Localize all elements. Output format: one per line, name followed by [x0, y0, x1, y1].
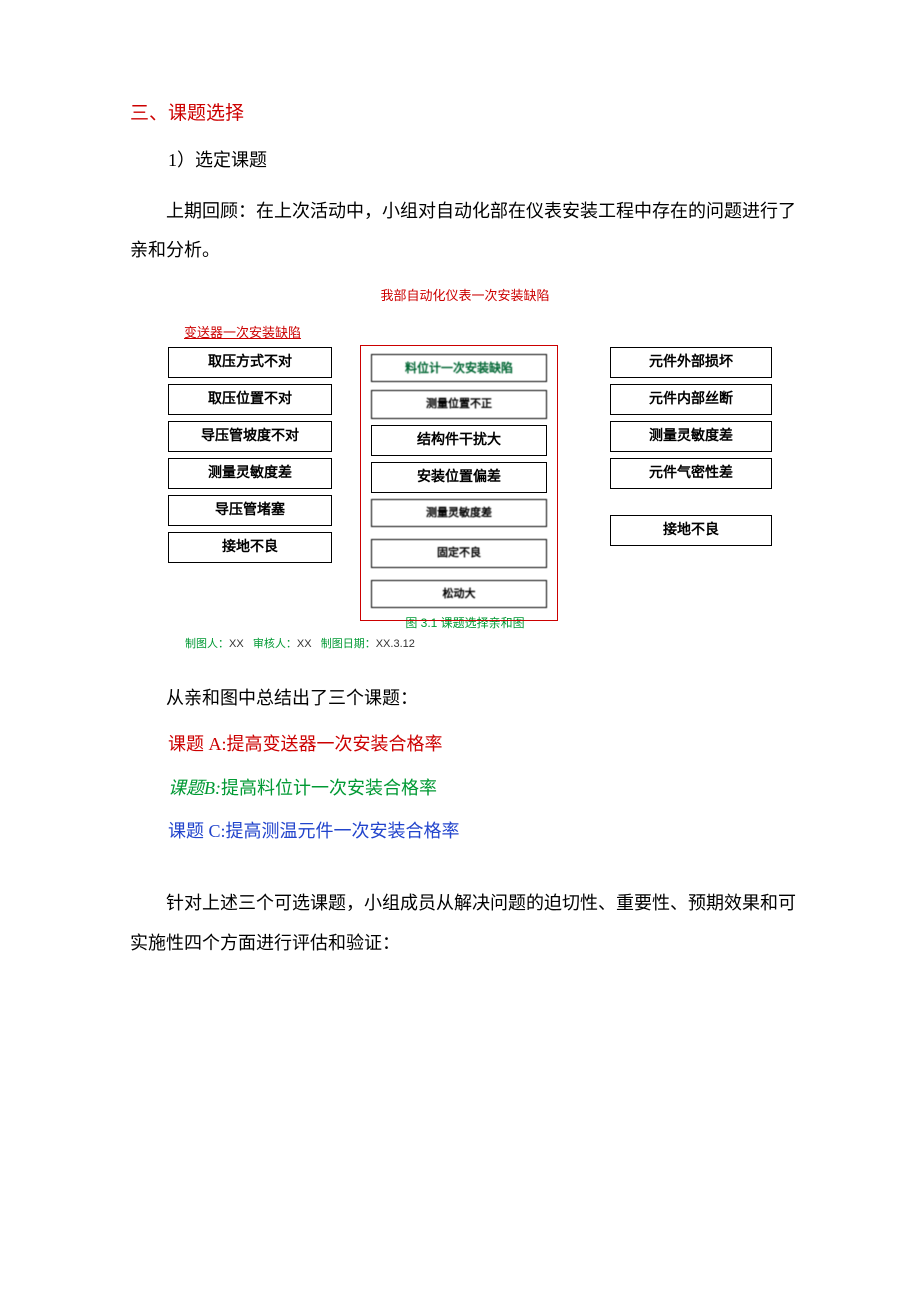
topic-b: 课题B:提高料位计一次安装合格率: [168, 768, 800, 809]
col3-item: 接地不良: [610, 515, 772, 546]
topic-c-label: 课题 C:: [168, 821, 226, 841]
credit-label: 制图日期：: [321, 638, 376, 650]
credit-label: 制图人：: [185, 638, 229, 650]
col3-item: 测量灵敏度差: [610, 421, 772, 452]
topic-a: 课题 A:提高变送器一次安装合格率: [168, 724, 800, 765]
topic-b-label: 课题B:: [168, 778, 221, 798]
col2-item: 安装位置偏差: [371, 462, 547, 493]
affinity-diagram: 变送器一次安装缺陷 取压方式不对 取压位置不对 导压管坡度不对 测量灵敏度差 导…: [162, 323, 800, 608]
col1-item: 接地不良: [168, 532, 332, 563]
col2-item: 松动大: [371, 580, 547, 609]
col2-groupbox: 料位计一次安装缺陷 测量位置不正 结构件干扰大 安装位置偏差 测量灵敏度差 固定…: [360, 345, 558, 621]
col2-item: 测量位置不正: [371, 390, 547, 419]
col2-header: 料位计一次安装缺陷: [371, 354, 547, 382]
evaluation-paragraph: 针对上述三个可选课题，小组成员从解决问题的迫切性、重要性、预期效果和可实施性四个…: [130, 884, 800, 963]
col1-item: 测量灵敏度差: [168, 458, 332, 489]
col2-item: 测量灵敏度差: [371, 499, 547, 528]
credit-value: XX: [229, 638, 244, 650]
topic-b-text: 提高料位计一次安装合格率: [221, 778, 437, 798]
col1-item: 取压位置不对: [168, 384, 332, 415]
topics-list: 课题 A:提高变送器一次安装合格率 课题B:提高料位计一次安装合格率 课题 C:…: [168, 724, 800, 852]
subsection-label: 1）选定课题: [168, 147, 800, 174]
diagram-credit: 制图人：XX 审核人：XX 制图日期：XX.3.12: [185, 636, 800, 653]
col1-item: 取压方式不对: [168, 347, 332, 378]
diagram-title: 我部自动化仪表一次安装缺陷: [130, 286, 800, 306]
col1-header: 变送器一次安装缺陷: [184, 323, 301, 343]
col3-item: 元件外部损坏: [610, 347, 772, 378]
paragraph-review: 上期回顾：在上次活动中，小组对自动化部在仪表安装工程中存在的问题进行了亲和分析。: [130, 192, 800, 271]
diagram-col-1: 变送器一次安装缺陷 取压方式不对 取压位置不对 导压管坡度不对 测量灵敏度差 导…: [162, 323, 332, 569]
col3-item: 元件气密性差: [610, 458, 772, 489]
credit-value: XX.3.12: [376, 638, 415, 650]
topic-c: 课题 C:提高测温元件一次安装合格率: [168, 811, 800, 852]
section-heading: 三、课题选择: [130, 100, 800, 129]
col3-item: 元件内部丝断: [610, 384, 772, 415]
diagram-col-2: 料位计一次安装缺陷 测量位置不正 结构件干扰大 安装位置偏差 测量灵敏度差 固定…: [360, 323, 558, 621]
col1-item: 导压管坡度不对: [168, 421, 332, 452]
topic-a-text: 提高变送器一次安装合格率: [227, 734, 443, 754]
col1-item: 导压管堵塞: [168, 495, 332, 526]
topic-a-label: 课题 A:: [168, 734, 227, 754]
credit-label: 审核人：: [253, 638, 297, 650]
topic-c-text: 提高测温元件一次安装合格率: [226, 821, 460, 841]
col2-item: 结构件干扰大: [371, 425, 547, 456]
credit-value: XX: [297, 638, 312, 650]
summary-line: 从亲和图中总结出了三个课题：: [130, 679, 800, 719]
diagram-col-3: 元件外部损坏 元件内部丝断 测量灵敏度差 元件气密性差 接地不良: [592, 323, 772, 552]
col2-item: 固定不良: [371, 539, 547, 568]
